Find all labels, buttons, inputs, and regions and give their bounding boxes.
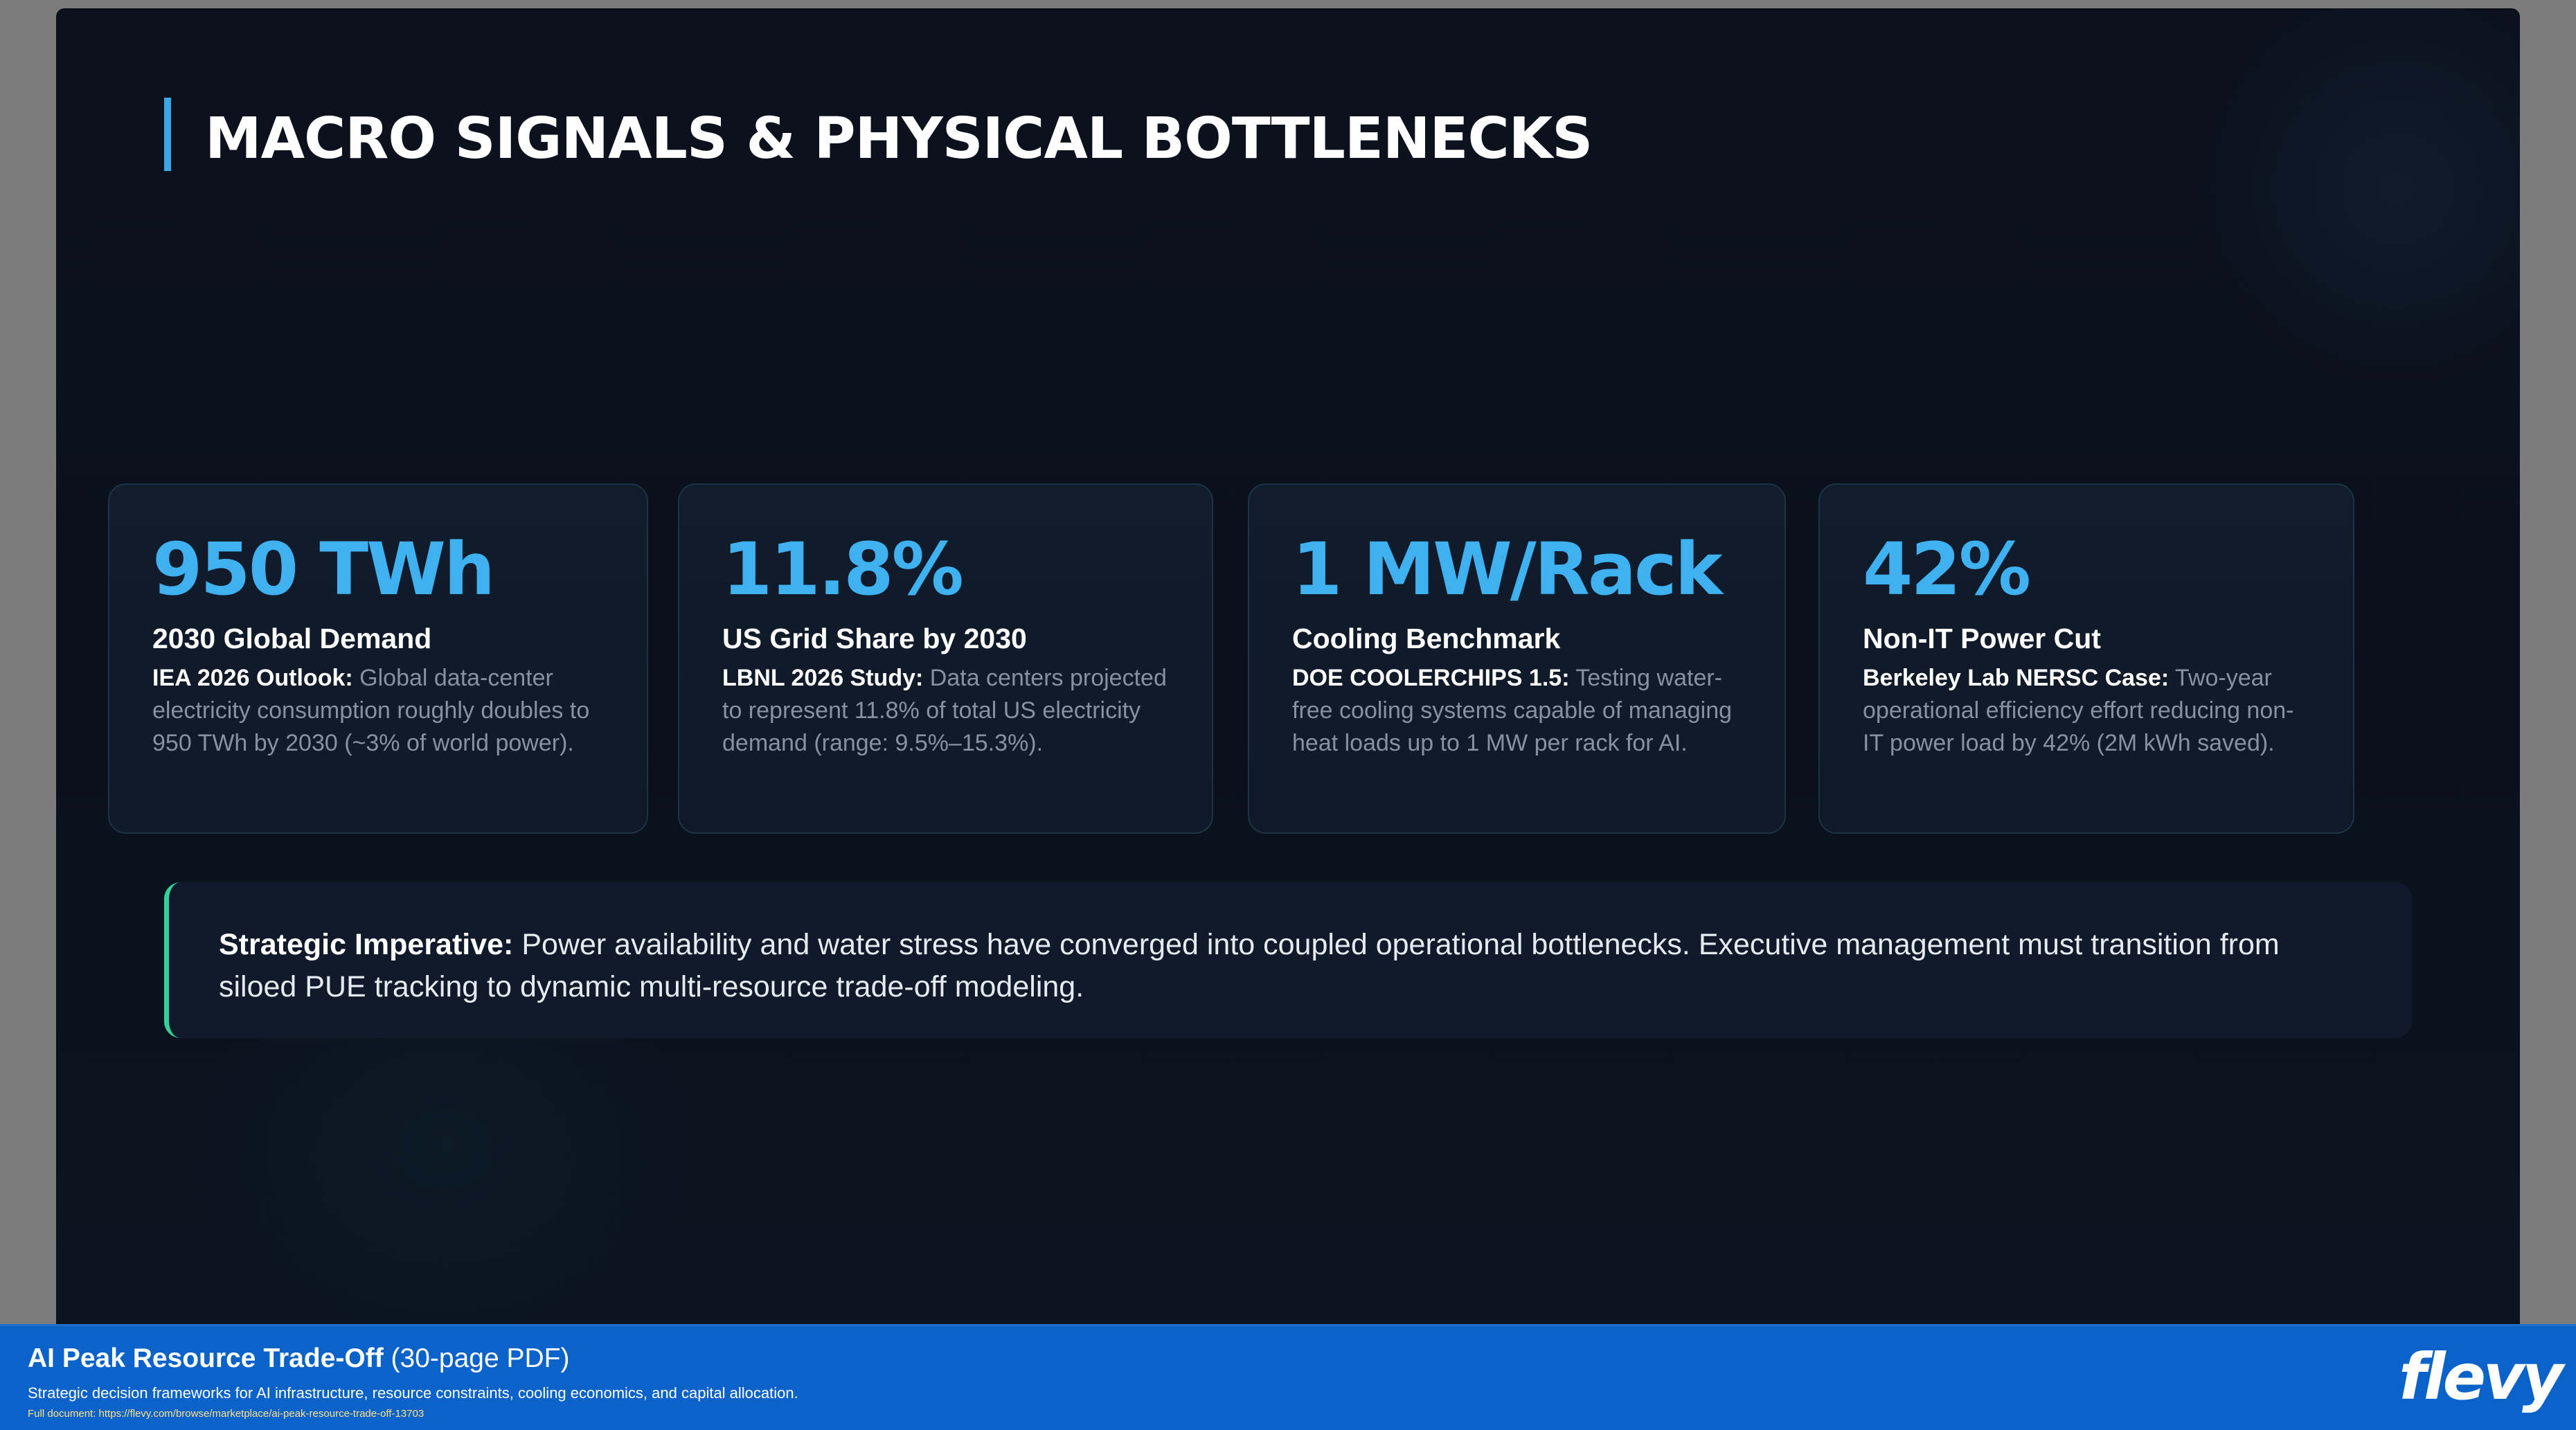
stat-card-non-it-power: 42% Non-IT Power Cut Berkeley Lab NERSC … — [1818, 483, 2354, 834]
stat-value: 42% — [1863, 527, 2031, 611]
footer-subtitle: Strategic decision frameworks for AI inf… — [28, 1384, 798, 1402]
stat-description: DOE COOLERCHIPS 1.5: Testing water-free … — [1292, 662, 1744, 760]
stat-label: Non-IT Power Cut — [1863, 623, 2101, 654]
stat-description: IEA 2026 Outlook: Global data-center ele… — [152, 662, 607, 760]
slide: MACRO SIGNALS & PHYSICAL BOTTLENECKS 950… — [56, 8, 2520, 1324]
callout-text: Power availability and water stress have… — [219, 928, 2280, 1003]
footer-url-link[interactable]: Full document: https://flevy.com/browse/… — [28, 1406, 424, 1422]
stat-description: LBNL 2026 Study: Data centers projected … — [722, 662, 1172, 760]
stat-source: Berkeley Lab NERSC Case: — [1863, 665, 2170, 691]
stat-label: Cooling Benchmark — [1292, 623, 1561, 654]
stat-label: 2030 Global Demand — [152, 623, 432, 654]
slide-title: MACRO SIGNALS & PHYSICAL BOTTLENECKS — [205, 106, 1593, 172]
flevy-logo[interactable]: flevy — [2399, 1339, 2564, 1415]
stat-value: 1 MW/Rack — [1292, 527, 1723, 611]
footer-page-count: (30-page PDF) — [391, 1343, 570, 1373]
stat-value: 950 TWh — [152, 527, 495, 611]
stat-card-us-grid-share: 11.8% US Grid Share by 2030 LBNL 2026 St… — [678, 483, 1213, 834]
stat-source: LBNL 2026 Study: — [722, 665, 924, 691]
stat-value: 11.8% — [722, 527, 964, 611]
stat-card-cooling-benchmark: 1 MW/Rack Cooling Benchmark DOE COOLERCH… — [1248, 483, 1786, 834]
document-footer-banner[interactable]: AI Peak Resource Trade-Off (30-page PDF)… — [0, 1324, 2576, 1430]
title-accent-bar — [164, 98, 171, 171]
stat-card-global-demand: 950 TWh 2030 Global Demand IEA 2026 Outl… — [108, 483, 648, 834]
callout-lead: Strategic Imperative: — [219, 928, 514, 961]
stat-description: Berkeley Lab NERSC Case: Two-year operat… — [1863, 662, 2313, 760]
footer-title: AI Peak Resource Trade-Off (30-page PDF) — [28, 1338, 569, 1379]
footer-doc-name: AI Peak Resource Trade-Off — [28, 1343, 384, 1373]
stat-label: US Grid Share by 2030 — [722, 623, 1027, 654]
stat-source: DOE COOLERCHIPS 1.5: — [1292, 665, 1570, 691]
stat-source: IEA 2026 Outlook: — [152, 665, 353, 691]
strategic-imperative-callout: Strategic Imperative: Power availability… — [164, 882, 2412, 1038]
